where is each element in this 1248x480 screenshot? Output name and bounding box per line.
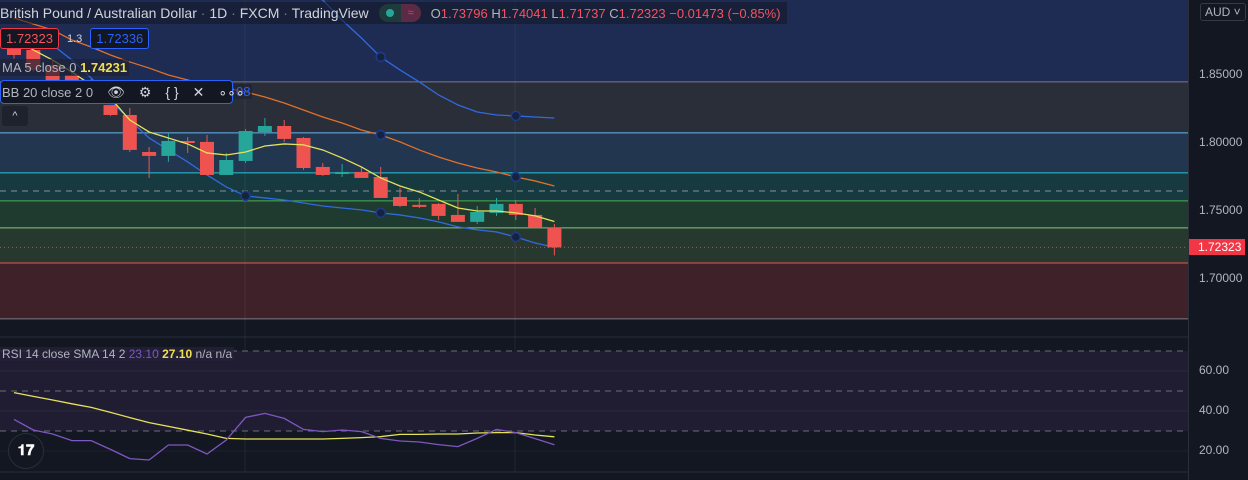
- rsi-tick: 60.00: [1199, 363, 1230, 377]
- market-open-dot-icon: [385, 9, 394, 17]
- braces-icon[interactable]: { }: [165, 84, 178, 100]
- candle-body: [103, 105, 118, 115]
- level-zone: [0, 200, 1188, 228]
- candle-body: [450, 214, 465, 222]
- candle-body: [335, 171, 350, 175]
- bb-anchor-point: [375, 51, 386, 63]
- close-icon[interactable]: ✕: [193, 84, 205, 101]
- candle-body: [238, 131, 253, 161]
- candle-body: [354, 171, 369, 178]
- candle-body: [431, 203, 446, 216]
- candle-body: [200, 141, 214, 175]
- bb-anchor-point: [375, 207, 386, 219]
- rsi-tick: 40.00: [1199, 403, 1230, 417]
- ma-value: 1.74231: [80, 60, 128, 75]
- level-zone: [0, 262, 1188, 319]
- price-tick: 1.70000: [1199, 271, 1243, 285]
- symbol-legend: British Pound / Australian Dollar · 1D ·…: [0, 2, 787, 24]
- candle-body: [219, 160, 234, 175]
- ohlc-values: O1.73796 H1.74041 L1.71737 C1.72323 −0.0…: [430, 5, 781, 21]
- candle-body: [412, 204, 427, 207]
- rsi-sma-value: 27.10: [162, 347, 193, 361]
- gear-icon[interactable]: ⚙: [139, 84, 152, 101]
- trade-buttons: 1.72323 1.3 1.72336: [0, 28, 150, 49]
- candle-body: [296, 137, 311, 169]
- candle-body: [470, 211, 485, 222]
- rsi-tick: 20.00: [1199, 443, 1230, 457]
- candle-body: [161, 140, 176, 156]
- last-price-label: 1.72323: [1189, 239, 1245, 255]
- ma-legend[interactable]: MA 5 close 0 1.74231: [0, 59, 130, 76]
- price-tick: 1.80000: [1199, 135, 1243, 149]
- bb-anchor-point: [510, 110, 522, 122]
- level-zone: [0, 227, 1188, 263]
- spread: 1.3: [67, 32, 83, 45]
- buy-button[interactable]: 1.72336: [90, 28, 150, 49]
- exchange: FXCM: [239, 5, 280, 21]
- rsi-legend[interactable]: RSI 14 close SMA 14 2 23.10 27.10 n/a n/…: [0, 347, 235, 361]
- delay-icon: ≈: [400, 4, 421, 22]
- price-chart[interactable]: [0, 0, 1188, 480]
- bb-anchor-point: [375, 129, 386, 141]
- market-status-toggle[interactable]: ≈: [378, 4, 421, 22]
- bb-anchor-point: [240, 190, 251, 202]
- bb-legend[interactable]: BB 20 close 2 0 👁 ⚙ { } ✕ ∘∘∘: [0, 80, 245, 104]
- currency-select[interactable]: AUD ˅: [1200, 3, 1246, 21]
- sell-button[interactable]: 1.72323: [0, 28, 59, 49]
- change: −0.01473 (−0.85%): [669, 5, 781, 21]
- level-zone: [0, 132, 1188, 173]
- level-zone: [0, 172, 1188, 201]
- tradingview-logo[interactable]: 𝟏𝟕: [8, 433, 44, 469]
- source: TradingView: [291, 5, 369, 21]
- symbol-name[interactable]: British Pound / Australian Dollar: [0, 5, 197, 21]
- bb-anchor-point: [510, 171, 522, 183]
- collapse-legend-button[interactable]: ^: [2, 106, 28, 126]
- candle-body: [277, 126, 292, 139]
- candle-body: [142, 151, 157, 156]
- price-tick: 1.85000: [1199, 67, 1243, 81]
- candle-body: [547, 227, 562, 248]
- bb-anchor-point: [510, 231, 522, 243]
- eye-icon[interactable]: 👁: [107, 84, 125, 101]
- candle-body: [393, 196, 407, 206]
- interval: 1D: [209, 5, 228, 21]
- candle-body: [257, 126, 272, 132]
- price-tick: 1.75000: [1199, 203, 1243, 217]
- rsi-value: 23.10: [128, 347, 159, 361]
- more-icon[interactable]: ∘∘∘: [218, 84, 244, 101]
- candle-body: [315, 166, 330, 175]
